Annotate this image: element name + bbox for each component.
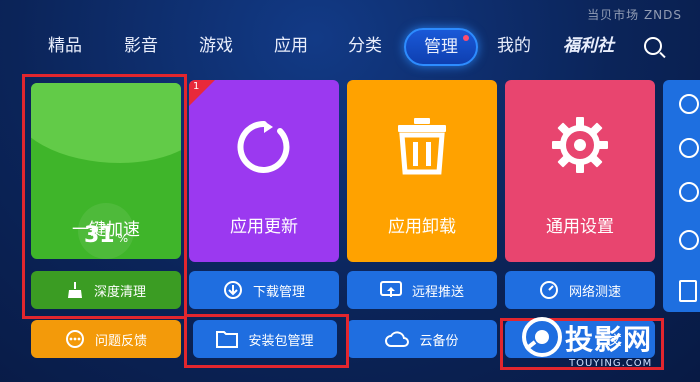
logo-text: 投影网 <box>565 323 653 356</box>
download-manager-button[interactable]: 下载管理 <box>189 271 339 309</box>
cloud-backup-label: 云备份 <box>419 333 459 349</box>
search-icon[interactable] <box>644 37 662 55</box>
package-manager-label: 安装包管理 <box>248 333 314 349</box>
network-speed-label: 网络测速 <box>568 284 621 300</box>
settings-tile-label: 通用设置 <box>546 217 614 237</box>
speed-tile-label: 一键加速 <box>72 220 140 240</box>
nav-tab-apps[interactable]: 应用 <box>274 28 308 64</box>
side-icon-2 <box>679 138 699 158</box>
app-update-tile[interactable]: 1 应用更新 <box>189 80 339 262</box>
projector-logo-icon <box>522 317 562 357</box>
speedometer-icon <box>539 281 558 299</box>
gear-icon <box>552 117 608 173</box>
cloud-backup-button[interactable]: 云备份 <box>347 320 497 358</box>
nav-tab-mine[interactable]: 我的 <box>497 28 531 64</box>
remote-push-label: 远程推送 <box>411 284 464 300</box>
feedback-button[interactable]: 问题反馈 <box>31 320 181 358</box>
side-partial-tile[interactable] <box>663 80 700 312</box>
update-count: 1 <box>193 81 200 92</box>
package-manager-button[interactable]: 安装包管理 <box>193 320 337 358</box>
network-speed-button[interactable]: 网络测速 <box>505 271 655 309</box>
side-icon-5 <box>679 280 697 302</box>
wave-decoration <box>31 83 181 163</box>
side-icon-3 <box>679 182 699 202</box>
general-settings-tile[interactable]: 通用设置 <box>505 80 655 262</box>
screen-cast-icon <box>379 281 402 297</box>
nav-tab-categories[interactable]: 分类 <box>348 28 382 64</box>
remote-push-button[interactable]: 远程推送 <box>347 271 497 309</box>
store-watermark: 当贝市场 ZNDS <box>587 8 682 22</box>
download-icon <box>223 281 242 299</box>
cloud-icon <box>385 331 410 347</box>
nav-tab-media[interactable]: 影音 <box>124 28 158 64</box>
nav-tab-welfare[interactable]: 福利社 <box>563 28 614 64</box>
nav-tab-manage[interactable]: 管理 <box>404 28 478 66</box>
top-nav: 精品 影音 游戏 应用 分类 管理 我的 福利社 <box>0 28 700 68</box>
site-logo-watermark: 投影网 TOUYING.COM <box>521 316 691 378</box>
logo-domain: TOUYING.COM <box>569 358 653 369</box>
side-icon-4 <box>679 230 699 250</box>
nav-tab-games[interactable]: 游戏 <box>199 28 233 64</box>
notification-dot-icon <box>463 35 469 41</box>
feedback-label: 问题反馈 <box>94 333 147 349</box>
deep-clean-label: 深度清理 <box>93 284 146 300</box>
side-icon-1 <box>679 94 699 114</box>
nav-tab-manage-label: 管理 <box>424 37 458 57</box>
deep-clean-button[interactable]: 深度清理 <box>31 271 181 309</box>
nav-tab-featured[interactable]: 精品 <box>48 28 82 64</box>
broom-icon <box>67 282 82 298</box>
app-uninstall-tile[interactable]: 应用卸载 <box>347 80 497 262</box>
folder-icon <box>216 331 239 348</box>
update-tile-label: 应用更新 <box>230 217 298 237</box>
trash-icon <box>398 118 446 175</box>
more-dots-icon <box>65 330 84 348</box>
one-click-speedup-tile[interactable]: 31% 一键加速 <box>31 83 181 259</box>
refresh-icon <box>237 120 290 173</box>
uninstall-tile-label: 应用卸载 <box>388 217 456 237</box>
download-manager-label: 下载管理 <box>252 284 305 300</box>
